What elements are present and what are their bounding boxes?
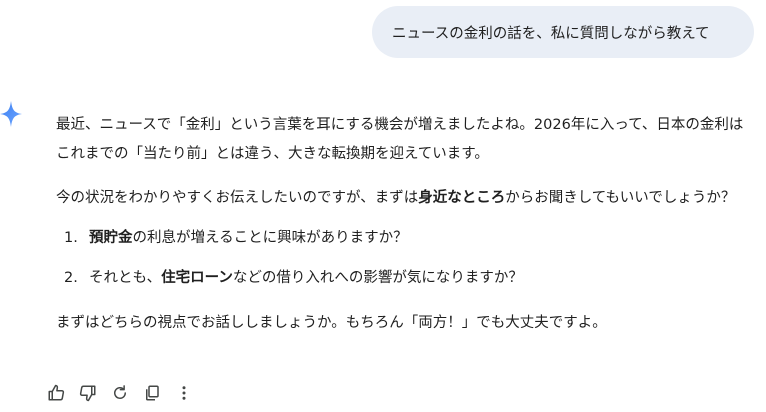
bold-highlight: 身近なところ: [418, 190, 506, 206]
thumbs-down-icon: [79, 385, 96, 402]
options-list: 1. 預貯金の利息が増えることに興味がありますか？ 2. それとも、住宅ローンなどの…: [56, 224, 748, 293]
bold-highlight: 住宅ローン: [161, 270, 233, 286]
bold-highlight: 預貯金: [89, 230, 133, 246]
user-message-bubble: ニュースの金利の話を、私に質問しながら教えて: [372, 6, 754, 58]
response-paragraph-closing: まずはどちらの視点でお話ししましょうか。もちろん「両方！」でも大丈夫ですよ。: [56, 315, 607, 331]
list-number: 2.: [64, 270, 78, 286]
more-options-button[interactable]: [172, 381, 196, 405]
user-message-text: ニュースの金利の話を、私に質問しながら教えて: [392, 25, 710, 42]
list-item: 1. 預貯金の利息が増えることに興味がありますか？: [56, 224, 748, 253]
response-action-bar: [44, 381, 204, 405]
thumbs-down-button[interactable]: [76, 381, 100, 405]
copy-button[interactable]: [140, 381, 164, 405]
more-vert-icon: [182, 386, 186, 400]
response-paragraph-question: 今の状況をわかりやすくお伝えしたいのですが、まずは身近なところからお聞きしてもい…: [56, 190, 736, 206]
regenerate-icon: [114, 385, 126, 399]
gemini-spark-icon: [0, 101, 22, 127]
list-number: 1.: [64, 230, 78, 246]
regenerate-button[interactable]: [108, 381, 132, 405]
thumbs-up-button[interactable]: [44, 381, 68, 405]
copy-icon: [146, 385, 159, 401]
thumbs-up-icon: [48, 384, 65, 401]
response-paragraph-intro: 最近、ニュースで「金利」という言葉を耳にする機会が増えましたよね。2026年に入…: [56, 117, 744, 162]
list-item: 2. それとも、住宅ローンなどの借り入れへの影響が気になりますか？: [56, 264, 748, 293]
assistant-response: 最近、ニュースで「金利」という言葉を耳にする機会が増えましたよね。2026年に入…: [56, 111, 748, 338]
